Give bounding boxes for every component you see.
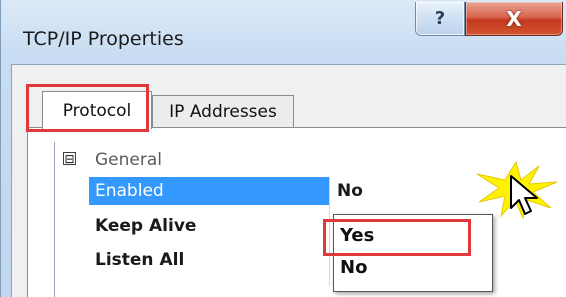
tab-ip-addresses[interactable]: IP Addresses xyxy=(152,95,294,128)
category-general: General xyxy=(95,150,162,170)
yes-option-highlight xyxy=(323,219,471,256)
tcpip-properties-window: TCP/IP Properties ? X Protocol IP Addres… xyxy=(0,0,566,297)
title-bar: TCP/IP Properties ? X xyxy=(1,0,566,64)
window-title: TCP/IP Properties xyxy=(23,28,184,50)
question-mark-icon: ? xyxy=(434,8,446,29)
close-icon: X xyxy=(506,6,522,31)
protocol-tab-highlight xyxy=(26,84,149,132)
property-listen-all-name[interactable]: Listen All xyxy=(89,246,329,274)
dropdown-option-no[interactable]: No xyxy=(340,257,367,278)
collapse-icon[interactable]: ⊟ xyxy=(63,152,76,165)
property-keep-alive-name[interactable]: Keep Alive xyxy=(89,212,329,240)
click-burst-cursor-icon xyxy=(476,160,558,220)
close-button[interactable]: X xyxy=(465,2,563,36)
property-enabled-name[interactable]: Enabled xyxy=(89,177,329,205)
help-button[interactable]: ? xyxy=(415,2,465,36)
